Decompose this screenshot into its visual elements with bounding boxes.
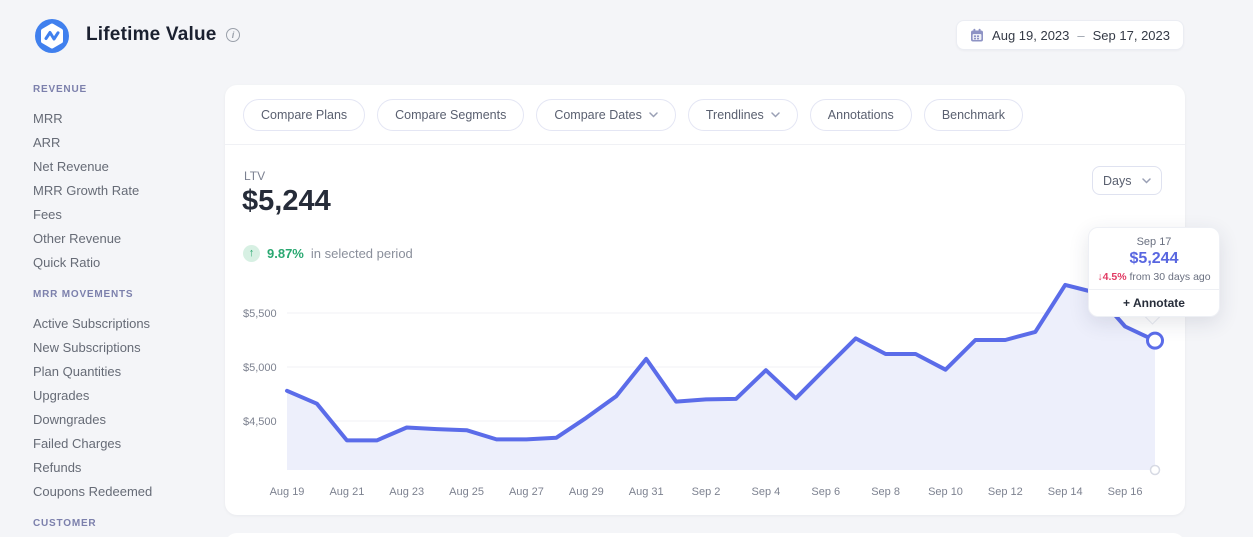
chart-tooltip: Sep 17 $5,244 ↓4.5% from 30 days ago + A…	[1088, 227, 1220, 317]
annotate-button[interactable]: + Annotate	[1089, 296, 1219, 310]
svg-text:Sep 4: Sep 4	[752, 486, 781, 498]
svg-text:Aug 23: Aug 23	[389, 486, 424, 498]
svg-text:Aug 25: Aug 25	[449, 486, 484, 498]
svg-text:Sep 6: Sep 6	[811, 486, 840, 498]
ltv-chart[interactable]: $4,500 $5,000 $5,500 Aug 19 Aug 21 Aug 23 Aug …	[0, 0, 1253, 537]
svg-text:Sep 16: Sep 16	[1108, 486, 1143, 498]
svg-text:Sep 10: Sep 10	[928, 486, 963, 498]
svg-text:Aug 19: Aug 19	[270, 486, 305, 498]
tooltip-date: Sep 17	[1136, 236, 1172, 248]
tooltip-change-suffix: from 30 days ago	[1129, 271, 1211, 283]
svg-text:Aug 31: Aug 31	[629, 486, 664, 498]
svg-text:Sep 8: Sep 8	[871, 486, 900, 498]
tooltip-change: ↓4.5% from 30 days ago	[1089, 271, 1219, 283]
tooltip-change-percent: 4.5%	[1102, 271, 1127, 283]
svg-text:Aug 21: Aug 21	[329, 486, 364, 498]
tooltip-divider	[1089, 289, 1219, 290]
lifetime-value-page: Lifetime Value i Aug 19, 2023 – Sep 17, …	[0, 0, 1253, 537]
svg-text:Aug 29: Aug 29	[569, 486, 604, 498]
svg-text:Sep 12: Sep 12	[988, 486, 1023, 498]
svg-text:$5,500: $5,500	[243, 308, 277, 320]
svg-text:$4,500: $4,500	[243, 416, 277, 428]
svg-text:Sep 2: Sep 2	[692, 486, 721, 498]
svg-text:Sep 14: Sep 14	[1048, 486, 1083, 498]
tooltip-value: $5,244	[1129, 250, 1179, 267]
svg-text:$5,000: $5,000	[243, 362, 277, 374]
svg-text:Aug 27: Aug 27	[509, 486, 544, 498]
